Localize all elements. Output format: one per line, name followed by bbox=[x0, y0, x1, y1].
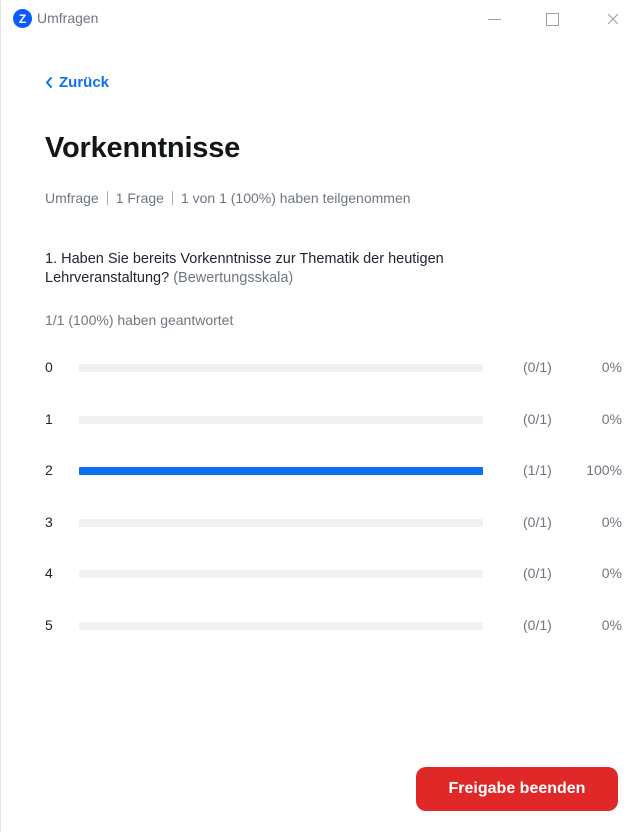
result-row: 3 (0/1) 0% bbox=[1, 497, 641, 549]
question: 1. Haben Sie bereits Vorkenntnisse zur T… bbox=[45, 250, 565, 288]
end-sharing-button[interactable]: Freigabe beenden bbox=[416, 767, 618, 811]
result-count: (0/1) bbox=[523, 565, 552, 581]
result-percent: 0% bbox=[601, 359, 622, 375]
maximize-icon bbox=[545, 12, 559, 26]
result-row: 4 (0/1) 0% bbox=[1, 548, 641, 600]
result-count: (0/1) bbox=[523, 359, 552, 375]
result-percent: 0% bbox=[601, 410, 622, 427]
poll-kind: Umfrage bbox=[45, 190, 99, 206]
result-label: 0 bbox=[45, 359, 53, 375]
result-bar-fill bbox=[79, 467, 483, 475]
maximize-button[interactable] bbox=[537, 6, 567, 32]
poll-meta: Umfrage 1 Frage 1 von 1 (100%) haben teilg… bbox=[45, 190, 411, 206]
divider bbox=[171, 191, 173, 205]
result-bar-track bbox=[79, 621, 483, 630]
results-list: 0 (0/1) 0% 1 (0/1) 0% 2 (1/1) 100% 3 (0/1) 0% 4 (0/1)… bbox=[1, 342, 641, 651]
minimize-icon bbox=[487, 18, 501, 20]
result-label: 1 bbox=[45, 410, 53, 427]
result-row: 0 (0/1) 0% bbox=[1, 342, 641, 394]
result-label: 3 bbox=[45, 513, 53, 530]
result-percent: 0% bbox=[601, 513, 622, 530]
close-icon bbox=[607, 13, 619, 25]
zoom-logo-icon: Z bbox=[13, 9, 32, 28]
question-count: 1 Frage bbox=[115, 190, 164, 206]
window-title: Umfragen bbox=[37, 10, 99, 26]
back-link[interactable]: Zurück bbox=[45, 74, 109, 91]
result-count: (0/1) bbox=[523, 616, 552, 633]
minimize-button[interactable] bbox=[479, 6, 509, 32]
title-bar: Z Umfragen bbox=[1, 0, 641, 40]
answered-summary: 1/1 (100%) haben geantwortet bbox=[45, 312, 234, 328]
result-count: (0/1) bbox=[523, 410, 552, 427]
participation: 1 von 1 (100%) haben teilgenommen bbox=[180, 190, 411, 206]
result-row: 5 (0/1) 0% bbox=[1, 600, 641, 652]
result-bar-track bbox=[79, 415, 483, 424]
divider bbox=[106, 191, 108, 205]
close-button[interactable] bbox=[598, 6, 628, 32]
result-count: (1/1) bbox=[523, 462, 552, 478]
result-row: 1 (0/1) 0% bbox=[1, 394, 641, 446]
result-label: 4 bbox=[45, 565, 53, 581]
polls-window: Z Umfragen Zurück Vorkenntnisse Umfrage 1… bbox=[0, 0, 641, 832]
page-title: Vorkenntnisse bbox=[45, 132, 241, 164]
result-bar-track bbox=[79, 518, 483, 527]
result-label: 5 bbox=[45, 616, 53, 633]
result-bar-track bbox=[79, 364, 483, 372]
result-row: 2 (1/1) 100% bbox=[1, 445, 641, 497]
chevron-left-icon bbox=[46, 77, 52, 88]
result-percent: 100% bbox=[586, 462, 622, 478]
result-bar-track bbox=[79, 570, 483, 578]
result-percent: 0% bbox=[601, 565, 622, 581]
result-label: 2 bbox=[45, 462, 53, 478]
result-percent: 0% bbox=[601, 616, 622, 633]
back-label: Zurück bbox=[59, 74, 110, 91]
result-bar-track bbox=[79, 467, 483, 475]
question-type: (Bewertungsskala) bbox=[173, 270, 294, 286]
result-count: (0/1) bbox=[523, 513, 552, 530]
